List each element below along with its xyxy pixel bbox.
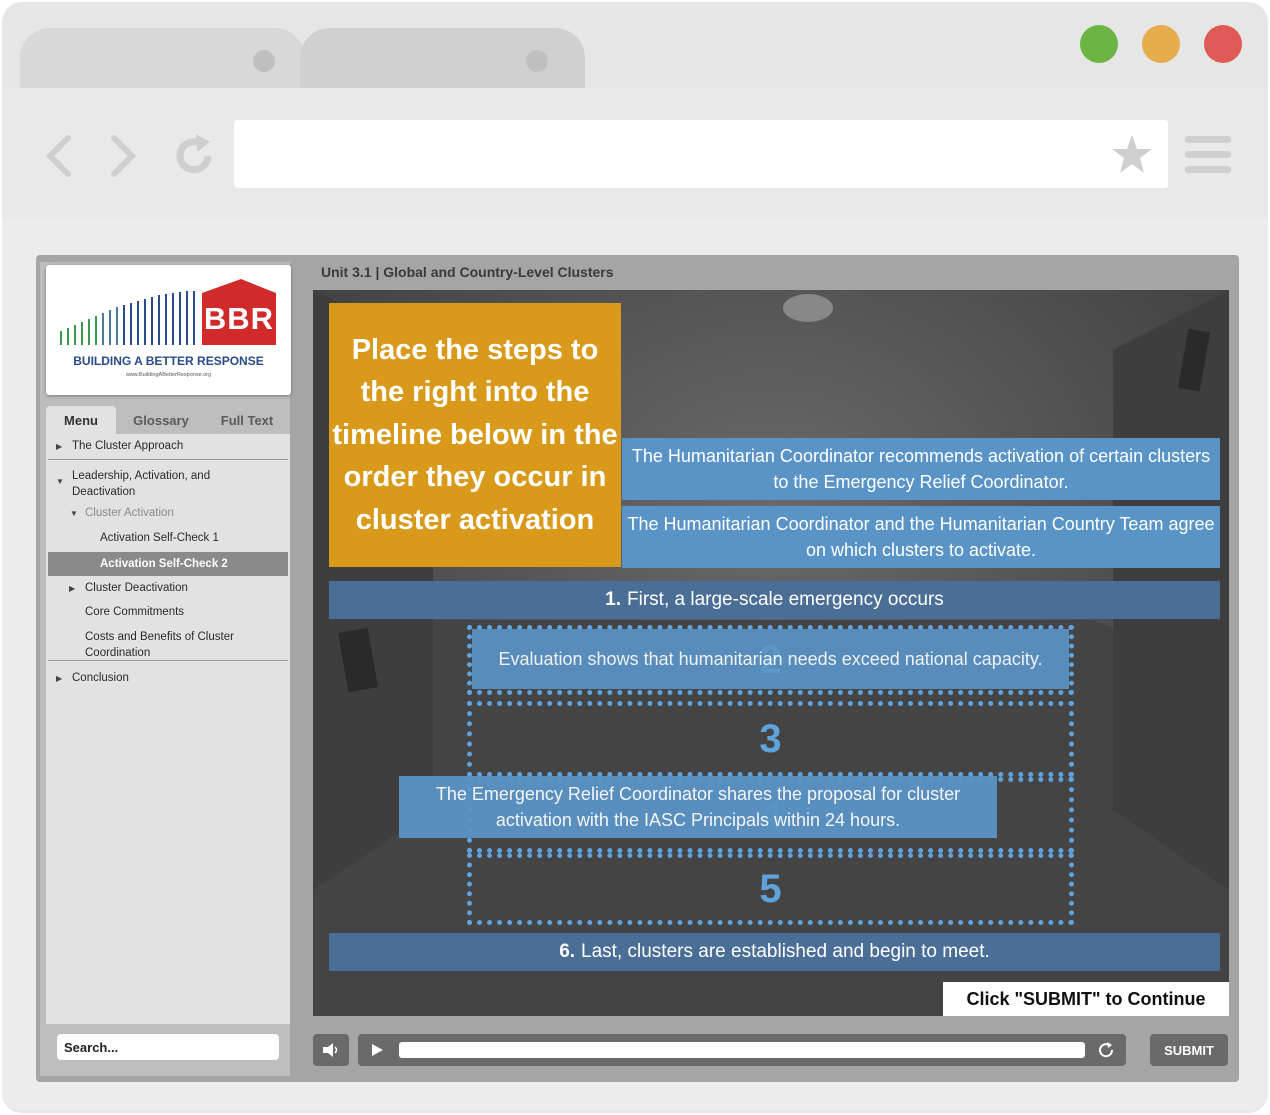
menu-item-self-check-2[interactable]: Activation Self-Check 2 [48,556,340,572]
replay-button[interactable] [1097,1041,1115,1064]
menu-item-self-check-1[interactable]: Activation Self-Check 1 [48,530,340,546]
replay-icon [1099,1042,1114,1058]
search-input[interactable]: Search... [57,1034,279,1060]
forward-icon[interactable] [108,134,138,178]
step-text: Last, clusters are established and begin… [581,941,990,962]
step-number: 1. [605,589,622,610]
drag-item-hc-hct-agree[interactable]: The Humanitarian Coordinator and the Hum… [622,506,1220,568]
menu-divider [48,459,288,461]
tab-menu[interactable]: Menu [46,406,116,434]
menu-item-costs-benefits[interactable]: Costs and Benefits of Cluster Coordinati… [48,629,255,661]
address-bar[interactable] [234,120,1168,188]
slot-number: 3 [759,716,782,761]
tab-close-icon[interactable] [253,50,275,72]
browser-tab-2[interactable] [300,28,585,90]
step-number: 6. [559,941,576,962]
step-text: First, a large-scale emergency occurs [627,589,944,610]
logo-url: www.BuildingABetterResponse.org [125,372,212,378]
menu-item-conclusion[interactable]: Conclusion [48,670,312,686]
drag-item-evaluation[interactable]: Evaluation shows that humanitarian needs… [472,629,1069,689]
continue-hint: Click "SUBMIT" to Continue [943,982,1229,1016]
tab-full-text[interactable]: Full Text [208,406,286,434]
menu-item-core-commitments[interactable]: Core Commitments [48,604,325,620]
menu-item-cluster-activation[interactable]: Cluster Activation [48,505,325,521]
back-icon[interactable] [44,134,74,178]
bookmark-star-icon[interactable] [1110,133,1154,175]
browser-tab-1[interactable] [20,28,305,90]
close-window-icon[interactable] [1204,25,1242,63]
drag-item-hc-recommends[interactable]: The Humanitarian Coordinator recommends … [622,438,1220,500]
play-icon [372,1044,383,1056]
timeline-step-last: 6. Last, clusters are established and be… [329,933,1220,971]
menu-item-cluster-deactivation[interactable]: Cluster Deactivation [48,580,325,596]
menu-item-cluster-approach[interactable]: The Cluster Approach [48,438,312,454]
unit-title: Unit 3.1 | Global and Country-Level Clus… [321,264,614,280]
slot-number: 5 [759,866,782,911]
menu-divider [48,660,288,662]
tab-glossary[interactable]: Glossary [122,406,200,434]
progress-bar[interactable] [399,1042,1085,1058]
logo-abbr: BBR [203,301,275,336]
volume-icon [323,1043,338,1057]
menu-panel [46,434,290,1024]
logo: BBR BUILDING A BETTER RESPONSE www.Build… [46,265,291,395]
play-button[interactable] [370,1043,384,1062]
minimize-window-icon[interactable] [1142,25,1180,63]
volume-button[interactable] [313,1034,349,1066]
reload-icon[interactable] [170,132,218,180]
timeline-step-first: 1. First, a large-scale emergency occurs [329,581,1220,619]
instruction-box: Place the steps to the right into the ti… [329,303,621,567]
browser-menu-icon[interactable] [1185,134,1231,176]
logo-name: BUILDING A BETTER RESPONSE [73,354,264,368]
menu-item-leadership[interactable]: Leadership, Activation, and Deactivation [48,468,252,500]
drag-item-erc-shares[interactable]: The Emergency Relief Coordinator shares … [399,776,997,838]
submit-button[interactable]: SUBMIT [1150,1034,1228,1066]
maximize-window-icon[interactable] [1080,25,1118,63]
tab-close-icon[interactable] [526,50,548,72]
